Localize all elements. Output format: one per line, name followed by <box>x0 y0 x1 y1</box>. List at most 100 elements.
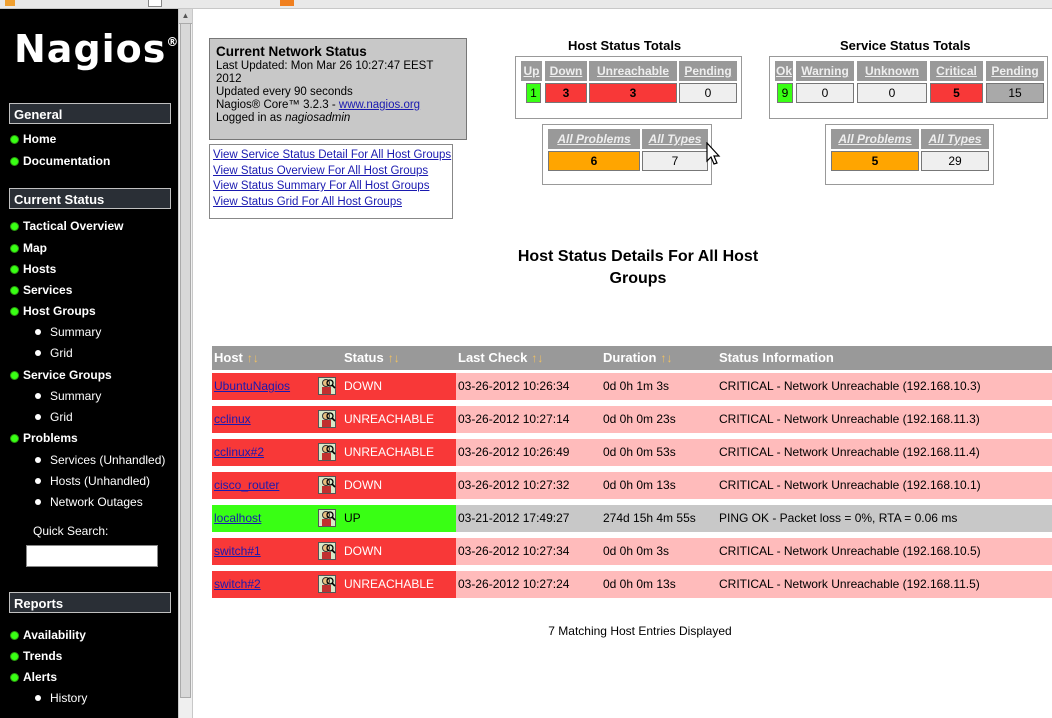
host-total-down-header[interactable]: Down <box>545 61 587 81</box>
host-totals-title: Host Status Totals <box>568 38 682 53</box>
status-information-cell: CRITICAL - Network Unreachable (192.168.… <box>717 538 1052 565</box>
nav-hosts[interactable]: Hosts <box>10 262 56 276</box>
sort-arrows-icon[interactable]: ↑↓ <box>660 351 672 365</box>
nav-service-groups-summary[interactable]: Summary <box>35 389 101 403</box>
column-header-last-check[interactable]: Last Check ↑↓ <box>456 346 601 370</box>
browser-tab-icon[interactable] <box>5 0 15 6</box>
host-total-up-value: 1 <box>526 83 541 103</box>
browser-checkbox-icon[interactable] <box>148 0 162 7</box>
nav-availability[interactable]: Availability <box>10 628 86 642</box>
sort-arrows-icon[interactable]: ↑↓ <box>388 351 400 365</box>
host-status-cell: UNREACHABLE <box>342 406 456 433</box>
sort-arrows-icon[interactable]: ↑↓ <box>531 351 543 365</box>
column-header-status[interactable]: Status ↑↓ <box>342 346 456 370</box>
host-status-cell: DOWN <box>342 538 456 565</box>
host-name-link[interactable]: switch#1 <box>214 544 261 558</box>
host-name-link[interactable]: cclinux#2 <box>214 445 264 459</box>
last-check-cell: 03-21-2012 17:49:27 <box>456 505 601 532</box>
scroll-thumb[interactable] <box>180 23 191 698</box>
nav-host-groups-grid[interactable]: Grid <box>35 346 73 360</box>
status-information-cell: CRITICAL - Network Unreachable (192.168.… <box>717 406 1052 433</box>
service-all-types-value: 29 <box>921 151 989 171</box>
bullet-icon <box>35 329 41 335</box>
host-total-pending-header[interactable]: Pending <box>679 61 737 81</box>
status-dot-icon <box>10 631 19 640</box>
link-status-grid[interactable]: View Status Grid For All Host Groups <box>213 195 449 211</box>
bullet-icon <box>35 350 41 356</box>
last-check-cell: 03-26-2012 10:27:24 <box>456 571 601 598</box>
column-header-duration[interactable]: Duration ↑↓ <box>601 346 717 370</box>
nav-alerts-history[interactable]: History <box>35 691 87 705</box>
link-service-status-detail[interactable]: View Service Status Detail For All Host … <box>213 148 451 164</box>
host-name-link[interactable]: cclinux <box>214 412 251 426</box>
service-total-ok-header[interactable]: Ok <box>775 61 793 81</box>
service-all-problems-header[interactable]: All Problems <box>831 129 919 149</box>
column-header-host[interactable]: Host ↑↓ <box>212 346 342 370</box>
status-information-cell: CRITICAL - Network Unreachable (192.168.… <box>717 439 1052 466</box>
host-all-types-value: 7 <box>642 151 708 171</box>
view-links-box: View Service Status Detail For All Host … <box>209 144 453 219</box>
last-check-cell: 03-26-2012 10:27:32 <box>456 472 601 499</box>
browser-rss-icon[interactable] <box>280 0 294 6</box>
duration-cell: 0d 0h 0m 23s <box>601 406 717 433</box>
host-services-icon[interactable] <box>318 476 336 494</box>
current-network-status-box: Current Network Status Last Updated: Mon… <box>209 38 467 140</box>
status-dot-icon <box>10 673 19 682</box>
duration-cell: 0d 0h 0m 13s <box>601 472 717 499</box>
column-header-status-information: Status Information <box>717 346 1052 370</box>
nav-problems-services[interactable]: Services (Unhandled) <box>35 453 165 467</box>
host-services-icon[interactable] <box>318 509 336 527</box>
nav-problems[interactable]: Problems <box>10 431 78 445</box>
service-total-warning-header[interactable]: Warning <box>796 61 854 81</box>
host-all-types-header[interactable]: All Types <box>642 129 708 149</box>
host-services-icon[interactable] <box>318 410 336 428</box>
service-all-types-header[interactable]: All Types <box>921 129 989 149</box>
host-all-problems-header[interactable]: All Problems <box>548 129 640 149</box>
sort-arrows-icon[interactable]: ↑↓ <box>247 351 259 365</box>
host-services-icon[interactable] <box>318 542 336 560</box>
service-total-pending-header[interactable]: Pending <box>986 61 1044 81</box>
host-name-link[interactable]: UbuntuNagios <box>214 379 290 393</box>
host-total-up-header[interactable]: Up <box>521 61 542 81</box>
nav-host-groups-summary[interactable]: Summary <box>35 325 101 339</box>
nav-services[interactable]: Services <box>10 283 72 297</box>
quick-search-label: Quick Search: <box>33 524 109 538</box>
quick-search-input[interactable] <box>26 545 158 567</box>
service-problems-box: All Problems All Types 5 29 <box>825 124 994 185</box>
host-services-icon[interactable] <box>318 443 336 461</box>
service-total-critical-header[interactable]: Critical <box>930 61 983 81</box>
status-information-cell: PING OK - Packet loss = 0%, RTA = 0.06 m… <box>717 505 1052 532</box>
table-row: UbuntuNagios DOWN 03-26-2012 10:26:34 0d 0h… <box>212 373 1052 400</box>
nav-service-groups-grid[interactable]: Grid <box>35 410 73 424</box>
host-name-link[interactable]: cisco_router <box>214 478 279 492</box>
host-total-unreachable-header[interactable]: Unreachable <box>589 61 677 81</box>
nav-tactical-overview[interactable]: Tactical Overview <box>10 219 124 233</box>
page-title: Host Status Details For All Host Groups <box>517 248 759 287</box>
link-status-overview[interactable]: View Status Overview For All Host Groups <box>213 164 449 180</box>
host-status-cell: DOWN <box>342 472 456 499</box>
nagios-logo[interactable]: Nagios® <box>14 27 179 71</box>
host-services-icon[interactable] <box>318 575 336 593</box>
nav-trends[interactable]: Trends <box>10 649 62 663</box>
nav-documentation[interactable]: Documentation <box>10 154 110 168</box>
service-total-unknown-header[interactable]: Unknown <box>857 61 927 81</box>
host-total-pending-value: 0 <box>679 83 737 103</box>
nav-map[interactable]: Map <box>10 241 47 255</box>
nagios-org-link[interactable]: www.nagios.org <box>339 99 420 111</box>
nav-home[interactable]: Home <box>10 132 56 146</box>
scroll-up-arrow-icon[interactable]: ▲ <box>179 9 192 24</box>
link-status-summary[interactable]: View Status Summary For All Host Groups <box>213 179 449 195</box>
table-row: cclinux UNREACHABLE 03-26-2012 10:27:14 0d … <box>212 406 1052 433</box>
nav-alerts[interactable]: Alerts <box>10 670 57 684</box>
host-services-icon[interactable] <box>318 377 336 395</box>
sidebar-scrollbar[interactable]: ▲ <box>178 9 193 718</box>
nav-network-outages[interactable]: Network Outages <box>35 495 143 509</box>
nav-service-groups[interactable]: Service Groups <box>10 368 112 382</box>
host-name-link[interactable]: switch#2 <box>214 577 261 591</box>
nav-host-groups[interactable]: Host Groups <box>10 304 96 318</box>
host-problems-box: All Problems All Types 6 7 <box>542 124 712 185</box>
status-dot-icon <box>10 244 19 253</box>
host-status-cell: UNREACHABLE <box>342 439 456 466</box>
nav-problems-hosts[interactable]: Hosts (Unhandled) <box>35 474 150 488</box>
host-name-link[interactable]: localhost <box>214 511 261 525</box>
